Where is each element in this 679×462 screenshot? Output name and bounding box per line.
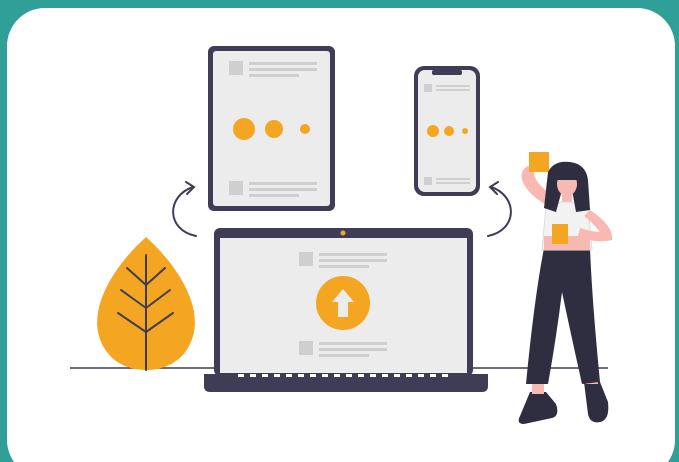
held-card: [552, 224, 568, 244]
tablet-icon: [208, 46, 335, 211]
curved-arrow-icon: [172, 181, 197, 237]
upload-arrow-icon: [316, 276, 370, 330]
responsive-design-illustration: [70, 46, 613, 424]
curved-arrow-icon: [487, 181, 512, 237]
tree-icon: [97, 237, 195, 371]
phone-icon: [414, 66, 480, 196]
person-figure: [518, 152, 613, 424]
sticky-note: [529, 152, 549, 172]
illustration-frame: [0, 0, 679, 462]
illustration-card: [7, 8, 675, 462]
